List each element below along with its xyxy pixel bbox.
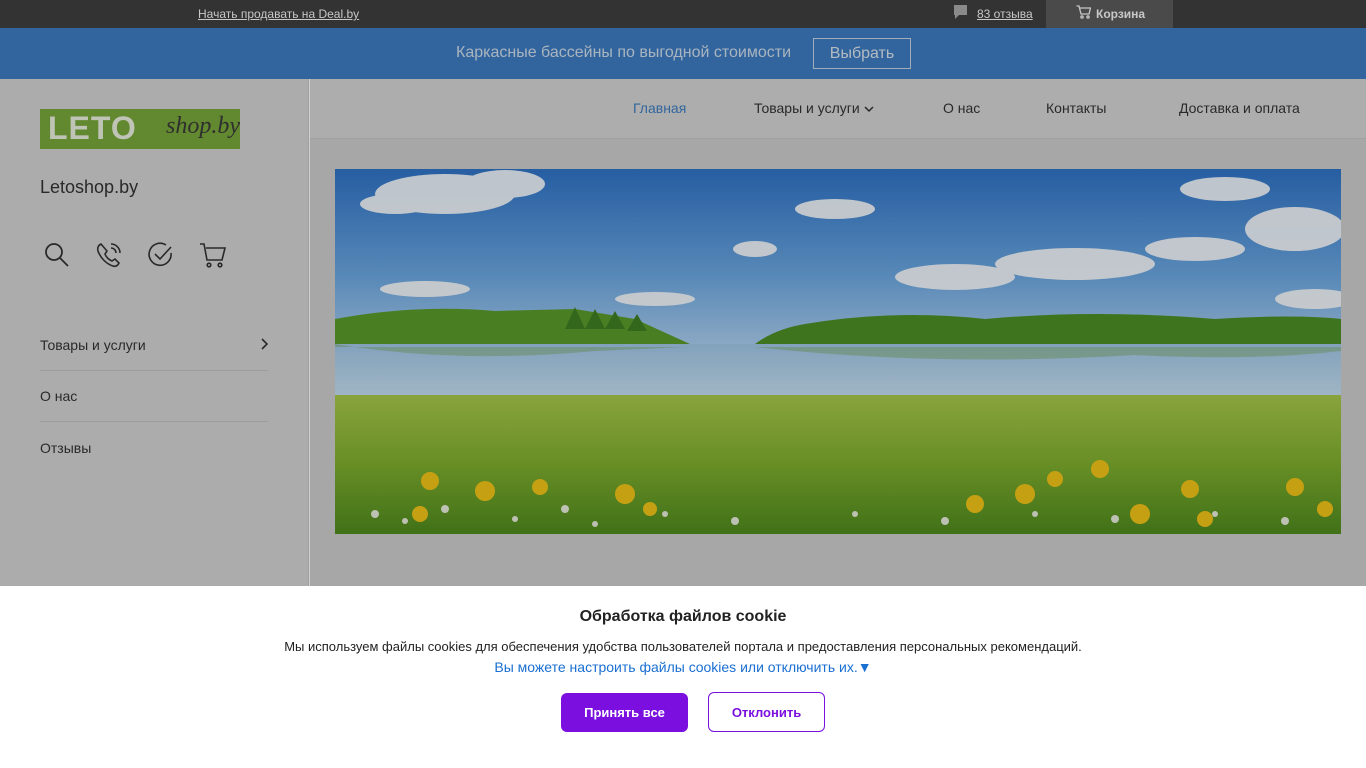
logo-text-leto: LETO (48, 110, 137, 146)
accept-all-button[interactable]: Принять все (561, 693, 688, 732)
chevron-down-icon (864, 100, 874, 116)
hero-banner-image (335, 169, 1341, 534)
sidebar-nav: Товары и услуги О нас Отзывы (40, 320, 269, 473)
top-bar: Начать продавать на Deal.by 83 отзыва Ко… (0, 0, 1366, 28)
search-icon[interactable] (40, 239, 74, 271)
menu-item-home[interactable]: Главная (633, 100, 686, 116)
main-menu: Главная Товары и услуги О нас Контакты Д… (310, 79, 1366, 139)
menu-item-delivery[interactable]: Доставка и оплата (1179, 100, 1300, 116)
phone-icon[interactable] (92, 239, 126, 271)
chat-bubble-icon (953, 4, 968, 25)
cart-label: Корзина (1096, 7, 1146, 21)
sidebar-item-reviews[interactable]: Отзывы (40, 422, 268, 473)
promo-text: Каркасные бассейны по выгодной стоимости (456, 44, 791, 61)
sidebar-item-products[interactable]: Товары и услуги (40, 320, 269, 371)
chevron-right-icon (260, 337, 269, 353)
start-selling-link[interactable]: Начать продавать на Deal.by (198, 7, 359, 21)
sidebar-item-about[interactable]: О нас (40, 371, 268, 422)
promo-banner: Каркасные бассейны по выгодной стоимости… (0, 28, 1366, 79)
check-circle-icon[interactable] (144, 239, 178, 271)
cookie-title: Обработка файлов cookie (579, 608, 787, 625)
reviews-count[interactable]: 83 отзыва (977, 7, 1033, 21)
site-logo[interactable]: LETO shop.by (40, 109, 240, 149)
cookie-settings-link[interactable]: Вы можете настроить файлы cookies или от… (0, 659, 1366, 675)
menu-item-contacts[interactable]: Контакты (1046, 100, 1106, 116)
sidebar-item-label: Отзывы (40, 439, 92, 456)
cart-button[interactable]: Корзина (1046, 0, 1173, 28)
site-name: Letoshop.by (40, 177, 139, 197)
sidebar-item-label: Товары и услуги (40, 337, 146, 353)
reviews-link[interactable]: 83 отзыва (953, 4, 1033, 25)
sidebar-item-label: О нас (40, 388, 78, 404)
menu-item-label: Товары и услуги (754, 100, 860, 116)
cookie-consent-panel: Обработка файлов cookie Мы используем фа… (0, 586, 1366, 768)
cart-icon[interactable] (196, 239, 230, 271)
logo-text-shop: shop.by (166, 113, 240, 139)
decline-button[interactable]: Отклонить (708, 692, 825, 732)
cookie-description: Мы используем файлы cookies для обеспече… (284, 639, 1082, 654)
quick-actions (40, 239, 230, 271)
promo-choose-button[interactable]: Выбрать (813, 38, 911, 69)
menu-item-about[interactable]: О нас (943, 100, 980, 116)
menu-item-products[interactable]: Товары и услуги (754, 100, 874, 116)
cart-icon (1076, 4, 1092, 24)
